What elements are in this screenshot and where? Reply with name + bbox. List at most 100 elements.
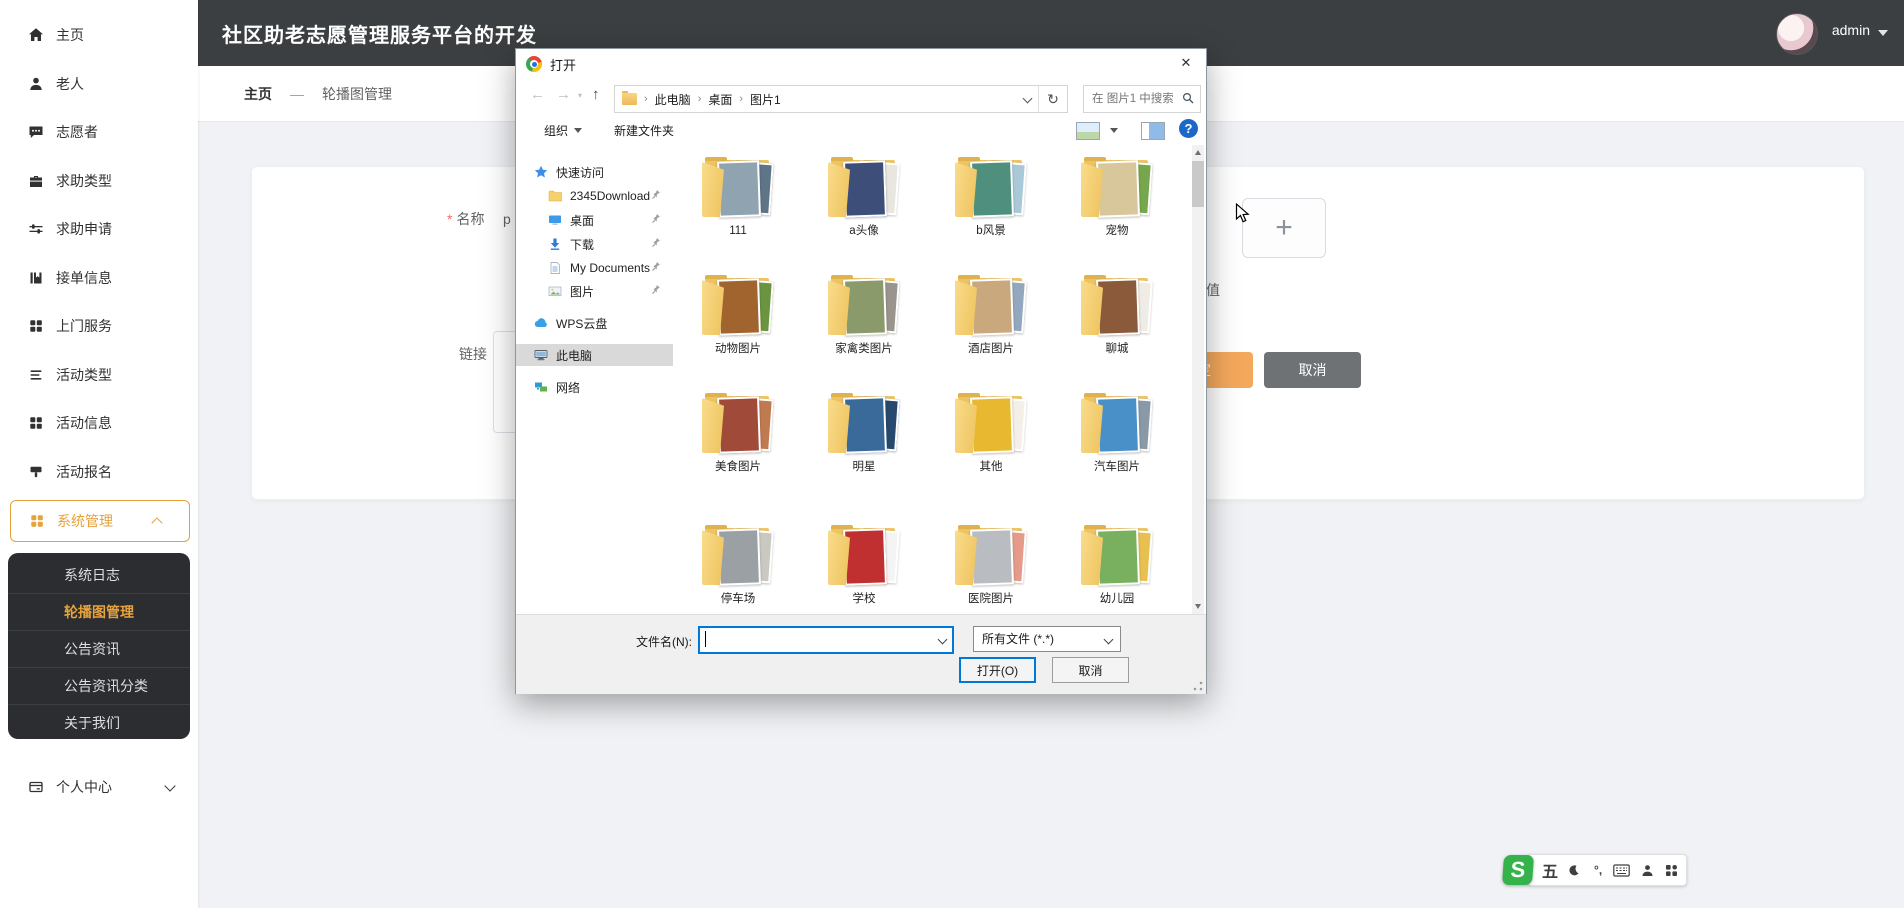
link-field-label: 链接 <box>459 346 487 362</box>
grid-icon <box>28 415 44 431</box>
filename-input[interactable] <box>704 630 928 650</box>
person-icon[interactable] <box>1641 864 1654 877</box>
upload-button[interactable]: + <box>1242 198 1326 258</box>
file-folder[interactable]: 明星 <box>802 393 926 493</box>
nav-downloads[interactable]: 下载 <box>516 233 673 255</box>
ledger-icon <box>28 270 44 286</box>
address-bar[interactable]: › 此电脑 › 桌面 › 图片1 ↻ <box>614 85 1068 113</box>
file-folder[interactable]: 动物图片 <box>676 275 800 375</box>
search-box[interactable] <box>1083 85 1201 113</box>
folder-name: 美食图片 <box>715 461 761 473</box>
file-folder[interactable]: 111 <box>676 157 800 257</box>
file-folder[interactable]: 家禽类图片 <box>802 275 926 375</box>
sliders-icon <box>28 221 44 237</box>
folder-thumbnail-icon <box>699 157 777 219</box>
dialog-cancel-button[interactable]: 取消 <box>1052 657 1129 683</box>
file-folder[interactable]: 汽车图片 <box>1055 393 1179 493</box>
nav-2345download[interactable]: 2345Download <box>516 185 673 207</box>
nav-my-documents[interactable]: My Documents <box>516 257 673 279</box>
forward-icon[interactable]: → <box>556 86 571 103</box>
sogou-logo-icon[interactable]: S <box>1501 855 1535 885</box>
briefcase-icon <box>28 173 44 189</box>
home-icon <box>28 27 44 43</box>
back-icon[interactable]: ← <box>530 86 545 103</box>
folder-name: 汽车图片 <box>1094 461 1140 473</box>
sidebar-item-profile[interactable]: 个人中心 <box>0 763 198 811</box>
scroll-up-icon[interactable] <box>1195 150 1201 155</box>
name-field-value[interactable]: p <box>503 211 511 227</box>
plus-icon: + <box>1275 211 1293 244</box>
crumb-pictures1[interactable]: 图片1 <box>750 91 781 108</box>
sidebar-item-activity-types[interactable]: 活动类型 <box>0 351 198 399</box>
breadcrumb-home[interactable]: 主页 <box>244 84 272 104</box>
sidebar-item-order-info[interactable]: 接单信息 <box>0 254 198 302</box>
submenu-system-log[interactable]: 系统日志 <box>8 557 190 593</box>
thumbnail-view-icon[interactable] <box>1076 122 1100 140</box>
nav-this-pc[interactable]: 此电脑 <box>516 344 673 366</box>
nav-network[interactable]: 网络 <box>516 376 673 398</box>
moon-icon[interactable] <box>1569 863 1583 877</box>
nav-desktop[interactable]: 桌面 <box>516 209 673 231</box>
user-menu-caret-icon[interactable] <box>1878 30 1888 36</box>
file-folder[interactable]: 医院图片 <box>929 525 1053 614</box>
filetype-select[interactable]: 所有文件 (*.*) <box>973 626 1121 652</box>
file-folder[interactable]: b风景 <box>929 157 1053 257</box>
punctuation-icon[interactable]: °, <box>1594 863 1602 877</box>
filename-dropdown-icon[interactable] <box>937 634 948 645</box>
refresh-icon[interactable]: ↻ <box>1038 86 1067 112</box>
sidebar-item-volunteers[interactable]: 志愿者 <box>0 108 198 156</box>
up-icon[interactable]: ↑ <box>592 86 600 103</box>
cancel-button[interactable]: 取消 <box>1264 352 1361 388</box>
file-folder[interactable]: 聊城 <box>1055 275 1179 375</box>
toolbox-grid-icon[interactable] <box>1665 864 1678 877</box>
scrollbar-thumb[interactable] <box>1192 161 1204 207</box>
submenu-about-us[interactable]: 关于我们 <box>8 704 190 739</box>
sidebar-item-activity-signup[interactable]: 活动报名 <box>0 448 198 496</box>
nav-quick-access[interactable]: 快速访问 <box>516 161 673 183</box>
user-name[interactable]: admin <box>1832 22 1870 38</box>
sidebar-item-elderly[interactable]: 老人 <box>0 60 198 108</box>
new-folder-button[interactable]: 新建文件夹 <box>614 122 674 139</box>
crumb-separator: › <box>644 93 648 105</box>
file-folder[interactable]: 美食图片 <box>676 393 800 493</box>
search-input[interactable] <box>1090 88 1180 110</box>
submenu-announcements[interactable]: 公告资讯 <box>8 630 190 667</box>
submenu-carousel-management[interactable]: 轮播图管理 <box>8 593 190 630</box>
address-dropdown-icon[interactable] <box>1022 93 1033 104</box>
file-folder[interactable]: 宠物 <box>1055 157 1179 257</box>
sidebar-item-system-management[interactable]: 系统管理 <box>10 500 190 542</box>
sidebar-item-door-service[interactable]: 上门服务 <box>0 302 198 350</box>
user-avatar[interactable] <box>1776 13 1818 55</box>
help-icon[interactable]: ? <box>1179 119 1198 138</box>
scroll-down-icon[interactable] <box>1195 604 1201 609</box>
history-caret-icon[interactable]: ▾ <box>578 91 582 100</box>
sidebar-item-help-requests[interactable]: 求助申请 <box>0 205 198 253</box>
name-field-label: * 名称 <box>447 211 485 227</box>
file-folder[interactable]: 学校 <box>802 525 926 614</box>
crumb-this-pc[interactable]: 此电脑 <box>655 91 691 108</box>
sidebar-item-help-types[interactable]: 求助类型 <box>0 157 198 205</box>
organize-button[interactable]: 组织 <box>544 122 583 139</box>
dialog-titlebar[interactable]: 打开 <box>516 49 1206 79</box>
file-list-scrollbar[interactable] <box>1192 145 1204 614</box>
submenu-announcement-categories[interactable]: 公告资讯分类 <box>8 667 190 704</box>
nav-pictures[interactable]: 图片 <box>516 280 673 302</box>
preview-pane-icon[interactable] <box>1141 122 1165 140</box>
open-button[interactable]: 打开(O) <box>959 657 1036 683</box>
view-dropdown-caret-icon[interactable] <box>1110 128 1118 133</box>
file-folder[interactable]: a头像 <box>802 157 926 257</box>
nav-wps-cloud[interactable]: WPS云盘 <box>516 312 673 334</box>
file-folder[interactable]: 停车场 <box>676 525 800 614</box>
ime-mode-button[interactable]: 五 <box>1542 858 1558 882</box>
resize-grip[interactable] <box>1193 681 1203 691</box>
file-folder[interactable]: 酒店图片 <box>929 275 1053 375</box>
close-icon[interactable]: ✕ <box>1176 55 1196 73</box>
file-folder[interactable]: 幼儿园 <box>1055 525 1179 614</box>
sidebar-item-activity-info[interactable]: 活动信息 <box>0 399 198 447</box>
crumb-desktop[interactable]: 桌面 <box>708 91 732 108</box>
ime-toolbar: S 五 °, <box>1501 853 1688 887</box>
file-folder[interactable]: 其他 <box>929 393 1053 493</box>
filename-combo[interactable] <box>698 626 954 654</box>
sidebar-item-home[interactable]: 主页 <box>0 11 198 59</box>
keyboard-icon[interactable] <box>1613 863 1630 877</box>
